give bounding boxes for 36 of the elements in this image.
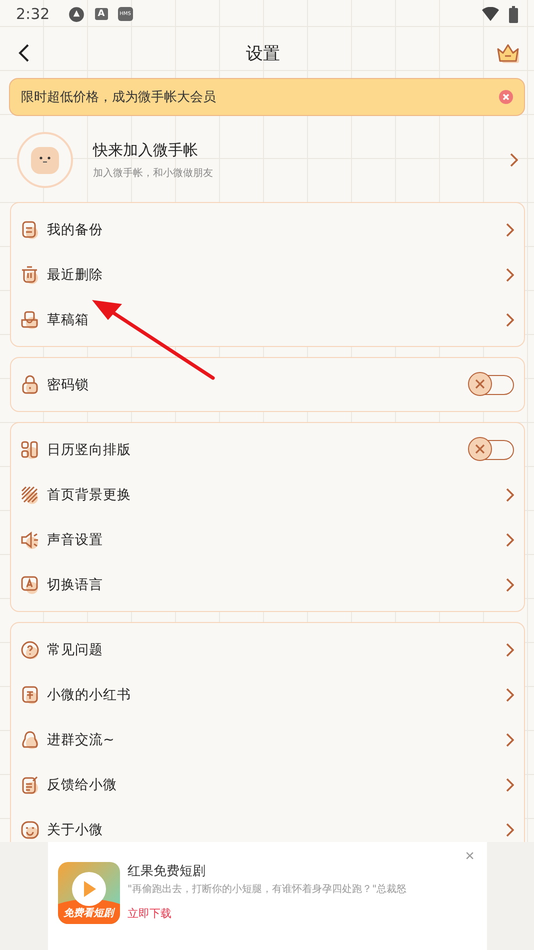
profile-subtitle: 加入微手帐，和小微做朋友 xyxy=(93,166,214,180)
settings-row[interactable]: 常见问题 xyxy=(11,627,524,672)
row-label: 首页背景更换 xyxy=(47,486,132,504)
settings-row[interactable]: 首页背景更换 xyxy=(11,472,524,517)
settings-row[interactable]: 我的备份 xyxy=(11,207,524,252)
settings-row[interactable]: 最近删除 xyxy=(11,252,524,297)
row-label: 草稿箱 xyxy=(47,310,90,328)
ad-description: "再偷跑出去，打断你的小短腿，有谁怀着身孕四处跑？"总裁怒 xyxy=(128,882,407,896)
row-label: 小微的小红书 xyxy=(47,686,132,704)
row-label: 反馈给小微 xyxy=(47,776,118,794)
settings-row[interactable]: 关于小微 xyxy=(11,807,524,842)
settings-row[interactable]: 声音设置 xyxy=(11,517,524,562)
ad-card[interactable]: 免费看短剧 红果免费短剧 "再偷跑出去，打断你的小短腿，有谁怀着身孕四处跑？"总裁怒 立即下载 × xyxy=(48,842,486,950)
promo-text: 限时超低价格，成为微手帐大会员 xyxy=(21,89,216,106)
row-label: 我的备份 xyxy=(47,220,104,238)
app-icon: 免费看短剧 xyxy=(58,862,120,924)
status-time: 2:32 xyxy=(16,5,50,23)
notification-badge: A xyxy=(94,8,108,20)
row-label: 最近删除 xyxy=(47,266,104,284)
settings-row[interactable]: 反馈给小微 xyxy=(11,762,524,807)
profile-row[interactable]: 快来加入微手帐 加入微手帐，和小微做朋友 xyxy=(0,116,534,202)
page-title: 设置 xyxy=(246,42,280,64)
profile-name: 快来加入微手帐 xyxy=(93,140,199,160)
row-label: 日历竖向排版 xyxy=(47,440,132,458)
row-label: 声音设置 xyxy=(47,530,104,548)
download-link[interactable]: 立即下载 xyxy=(128,906,407,921)
row-label: 切换语言 xyxy=(47,576,104,594)
settings-row[interactable]: 切换语言 xyxy=(11,562,524,607)
row-label: 密码锁 xyxy=(47,376,90,394)
settings-row[interactable]: 进群交流~ xyxy=(11,717,524,762)
promo-banner[interactable]: 限时超低价格，成为微手帐大会员 xyxy=(9,78,525,116)
row-label: 关于小微 xyxy=(47,820,104,838)
ad-title: 红果免费短剧 xyxy=(128,863,206,880)
row-label: 常见问题 xyxy=(47,640,104,658)
row-label: 进群交流~ xyxy=(47,730,116,748)
settings-row[interactable]: 小微的小红书 xyxy=(11,672,524,717)
